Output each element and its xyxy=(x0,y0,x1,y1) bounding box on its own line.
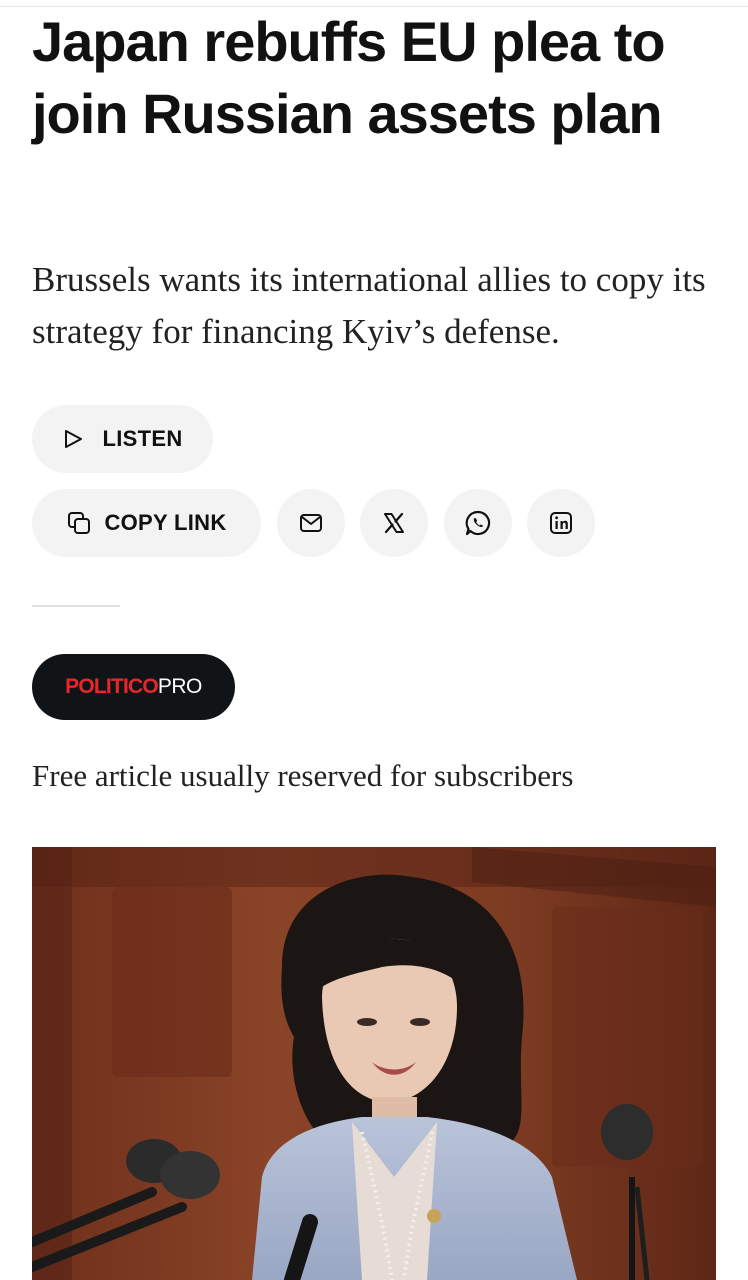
linkedin-icon xyxy=(548,510,574,536)
copy-icon xyxy=(66,510,92,536)
whatsapp-icon xyxy=(464,509,492,537)
copy-link-label: COPY LINK xyxy=(104,510,227,535)
article-hero-image xyxy=(32,847,716,1280)
copy-link-button[interactable]: COPY LINK xyxy=(32,489,261,557)
share-email-button[interactable] xyxy=(277,489,345,557)
listen-label: LISTEN xyxy=(102,426,183,451)
article-subheadline: Brussels wants its international allies … xyxy=(32,260,706,351)
badge-brand: POLITICO xyxy=(65,675,159,698)
share-whatsapp-button[interactable] xyxy=(444,489,512,557)
badge-product: PRO xyxy=(157,675,203,698)
politico-pro-badge: POLITICO PRO xyxy=(32,654,235,720)
article-headline: Japan rebuffs EU plea to join Russian as… xyxy=(32,10,666,145)
section-divider xyxy=(32,605,120,607)
access-note: Free article usually reserved for subscr… xyxy=(32,758,574,793)
x-logo-icon xyxy=(382,511,406,535)
listen-button[interactable]: LISTEN xyxy=(32,405,213,473)
email-icon xyxy=(298,510,324,536)
share-linkedin-button[interactable] xyxy=(527,489,595,557)
share-x-button[interactable] xyxy=(360,489,428,557)
play-icon xyxy=(62,428,84,450)
